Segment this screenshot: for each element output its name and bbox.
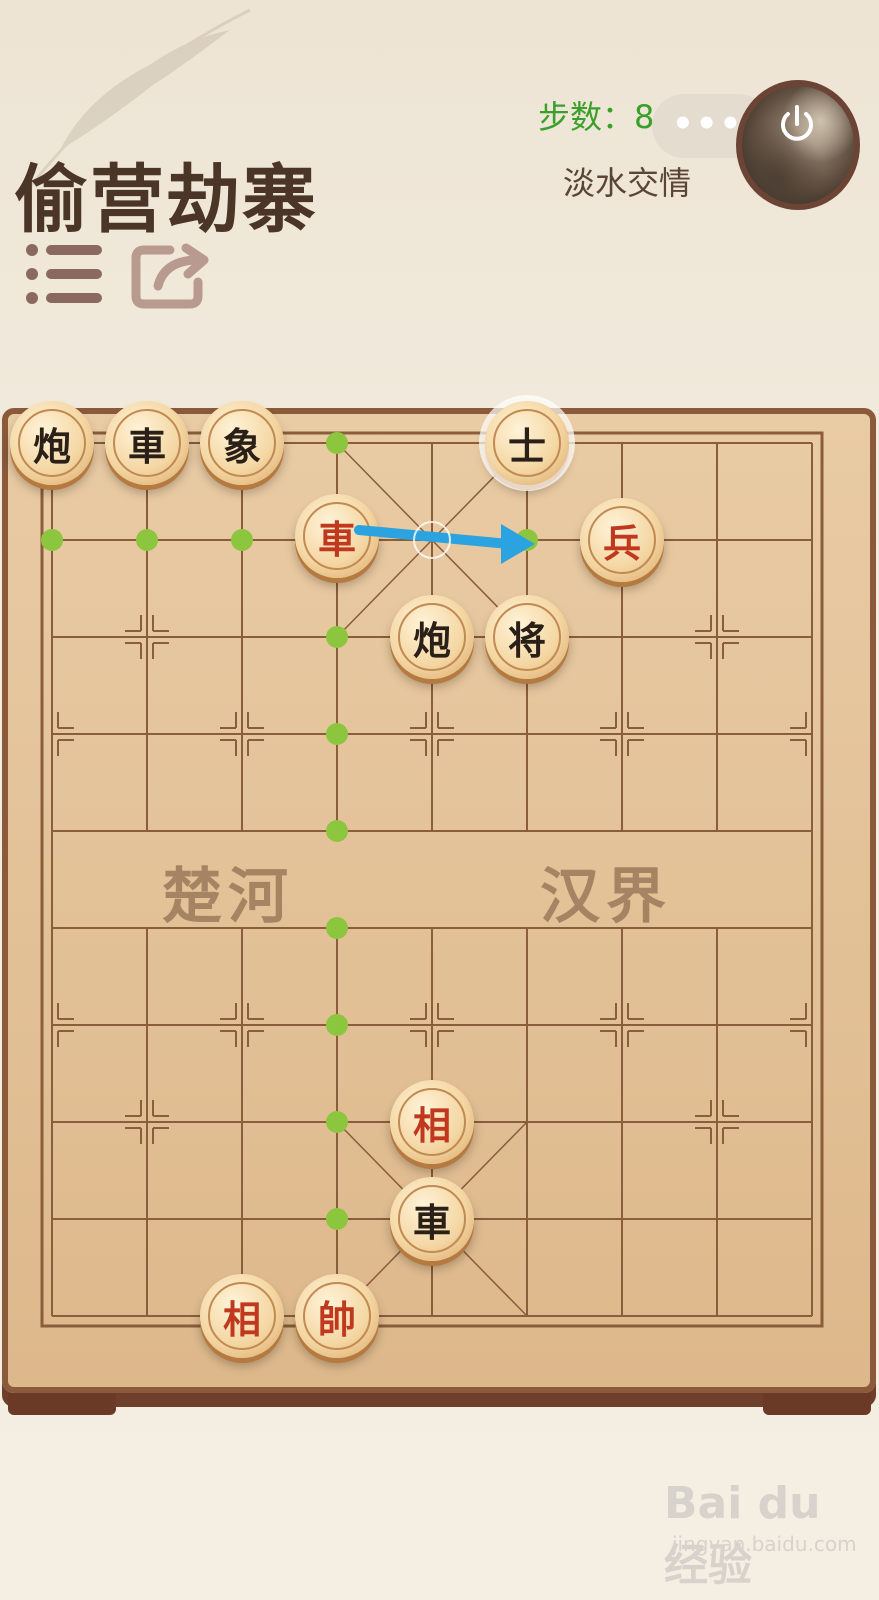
move-hint-dot[interactable] (326, 626, 348, 648)
move-hint-dot[interactable] (326, 723, 348, 745)
move-hint-dot[interactable] (326, 1208, 348, 1230)
move-hint-dot[interactable] (136, 529, 158, 551)
power-icon (781, 105, 813, 141)
piece-black[interactable]: 車 (390, 1177, 474, 1261)
piece-black[interactable]: 車 (105, 401, 189, 485)
piece-character: 炮 (32, 424, 71, 469)
baidu-watermark-url: jingyan.baidu.com (672, 1532, 857, 1556)
piece-character: 帥 (317, 1297, 356, 1342)
piece-character: 車 (317, 517, 356, 562)
piece-character: 車 (127, 424, 166, 469)
move-hint-dot[interactable] (41, 529, 63, 551)
piece-red[interactable]: 相 (390, 1080, 474, 1164)
piece-character: 士 (507, 424, 546, 469)
piece-red[interactable]: 帥 (295, 1274, 379, 1358)
piece-character: 将 (507, 618, 546, 663)
move-hint-dot[interactable] (326, 917, 348, 939)
step-counter: 步数：8 (538, 98, 655, 136)
share-icon (131, 243, 209, 309)
move-hint-dot[interactable] (326, 1014, 348, 1036)
menu-button[interactable] (22, 240, 108, 310)
list-menu-icon (26, 244, 102, 304)
river-text-chu: 楚河 (162, 862, 294, 932)
move-hint-dot[interactable] (326, 820, 348, 842)
piece-character: 兵 (602, 521, 641, 566)
piece-character: 相 (412, 1103, 451, 1148)
river-text-han: 汉界 (540, 862, 672, 932)
piece-character: 車 (412, 1200, 451, 1245)
move-hint-dot[interactable] (516, 529, 538, 551)
piece-black[interactable]: 士 (485, 401, 569, 485)
piece-black[interactable]: 象 (200, 401, 284, 485)
piece-black[interactable]: 将 (485, 595, 569, 679)
puzzle-title: 偷营劫寨 (14, 157, 318, 243)
piece-red[interactable]: 兵 (580, 498, 664, 582)
move-hint-dot[interactable] (231, 529, 253, 551)
exit-button[interactable] (775, 102, 819, 146)
move-hint-dot[interactable] (326, 432, 348, 454)
piece-red[interactable]: 車 (295, 494, 379, 578)
share-button[interactable] (130, 240, 216, 310)
chess-board: 楚河 汉界 炮車象士車兵炮将相車相帥 (0, 401, 879, 1428)
piece-character: 相 (222, 1297, 261, 1342)
piece-red[interactable]: 相 (200, 1274, 284, 1358)
piece-character: 炮 (412, 618, 451, 663)
move-hint-dot[interactable] (326, 1111, 348, 1133)
more-options-button[interactable]: ••• (672, 104, 743, 144)
piece-black[interactable]: 炮 (390, 595, 474, 679)
piece-character: 象 (222, 424, 261, 469)
opponent-name: 淡水交情 (563, 164, 692, 202)
piece-black[interactable]: 炮 (10, 401, 94, 485)
